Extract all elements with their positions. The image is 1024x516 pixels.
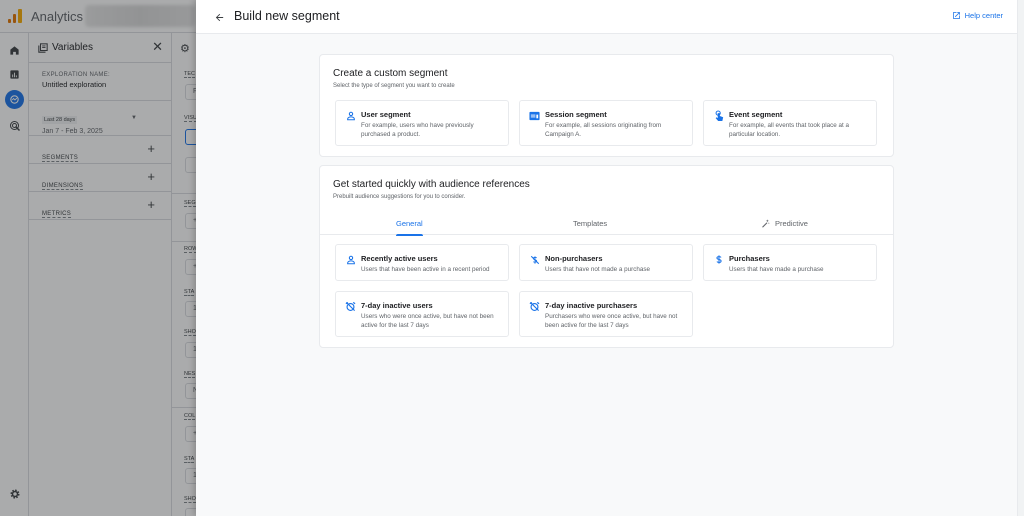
panel-header: Build new segment Help center — [196, 0, 1017, 34]
custom-segment-subtitle: Select the type of segment you want to c… — [333, 83, 455, 89]
help-center-label: Help center — [964, 11, 1003, 20]
magic-wand-icon — [762, 218, 770, 228]
tab-label: General — [396, 218, 423, 228]
tab-general[interactable]: General — [396, 211, 423, 236]
build-segment-panel: Build new segment Help center Create a c… — [196, 0, 1024, 516]
help-center-link[interactable]: Help center — [952, 11, 1003, 20]
option-title: Recently active users — [361, 254, 438, 263]
option-description: Users that have not made a purchase — [545, 266, 651, 273]
panel-title: Build new segment — [234, 9, 340, 23]
option-description: For example, all sessions originating fr… — [545, 122, 662, 138]
option-title: Purchasers — [729, 254, 770, 263]
option-title: Non-purchasers — [545, 254, 603, 263]
option-title: Event segment — [729, 110, 783, 119]
no-money-icon — [529, 254, 540, 265]
option-description: Users that have made a purchase — [729, 266, 824, 273]
user-segment-option[interactable]: User segment For example, users who have… — [335, 100, 509, 146]
option-title: Session segment — [545, 110, 607, 119]
event-touch-icon — [713, 109, 724, 121]
option-description: Purchasers who were once active, but hav… — [545, 313, 678, 329]
custom-segment-title: Create a custom segment — [333, 68, 448, 79]
tab-label: Predictive — [775, 218, 808, 228]
arrow-back-icon — [215, 13, 223, 21]
option-description: For example, all events that took place … — [729, 122, 850, 138]
user-icon — [345, 110, 356, 121]
purchasers-option[interactable]: Purchasers Users that have made a purcha… — [703, 244, 877, 281]
tab-templates[interactable]: Templates — [573, 211, 607, 235]
tab-label: Templates — [573, 218, 608, 228]
audience-references-card: Get started quickly with audience refere… — [319, 165, 894, 348]
option-description: Users that have been active in a recent … — [361, 266, 490, 273]
custom-segment-card: Create a custom segment Select the type … — [319, 54, 894, 157]
session-segment-option[interactable]: Session segment For example, all session… — [519, 100, 693, 146]
event-segment-option[interactable]: Event segment For example, all events th… — [703, 100, 877, 146]
panel-scrollbar[interactable] — [1017, 0, 1024, 516]
alarm-off-icon — [529, 301, 540, 312]
references-subtitle: Prebuilt audience suggestions for you to… — [333, 194, 466, 200]
session-icon — [529, 110, 540, 121]
inactive-users-option[interactable]: 7-day inactive users Users who were once… — [335, 291, 509, 337]
dollar-icon — [713, 254, 724, 265]
non-purchasers-option[interactable]: Non-purchasers Users that have not made … — [519, 244, 693, 281]
option-description: For example, users who have previously p… — [361, 122, 474, 138]
recently-active-users-option[interactable]: Recently active users Users that have be… — [335, 244, 509, 281]
open-external-icon — [952, 12, 960, 19]
inactive-purchasers-option[interactable]: 7-day inactive purchasers Purchasers who… — [519, 291, 693, 337]
alarm-off-icon — [345, 301, 356, 312]
option-title: User segment — [361, 110, 411, 119]
back-button[interactable] — [211, 9, 227, 25]
user-icon — [345, 254, 356, 265]
option-description: Users who were once active, but have not… — [361, 313, 494, 329]
tab-predictive[interactable]: Predictive — [761, 211, 808, 235]
reference-tabs: General Templates Predictive — [320, 211, 893, 236]
option-title: 7-day inactive users — [361, 301, 433, 310]
references-title: Get started quickly with audience refere… — [333, 179, 530, 190]
option-title: 7-day inactive purchasers — [545, 301, 638, 310]
